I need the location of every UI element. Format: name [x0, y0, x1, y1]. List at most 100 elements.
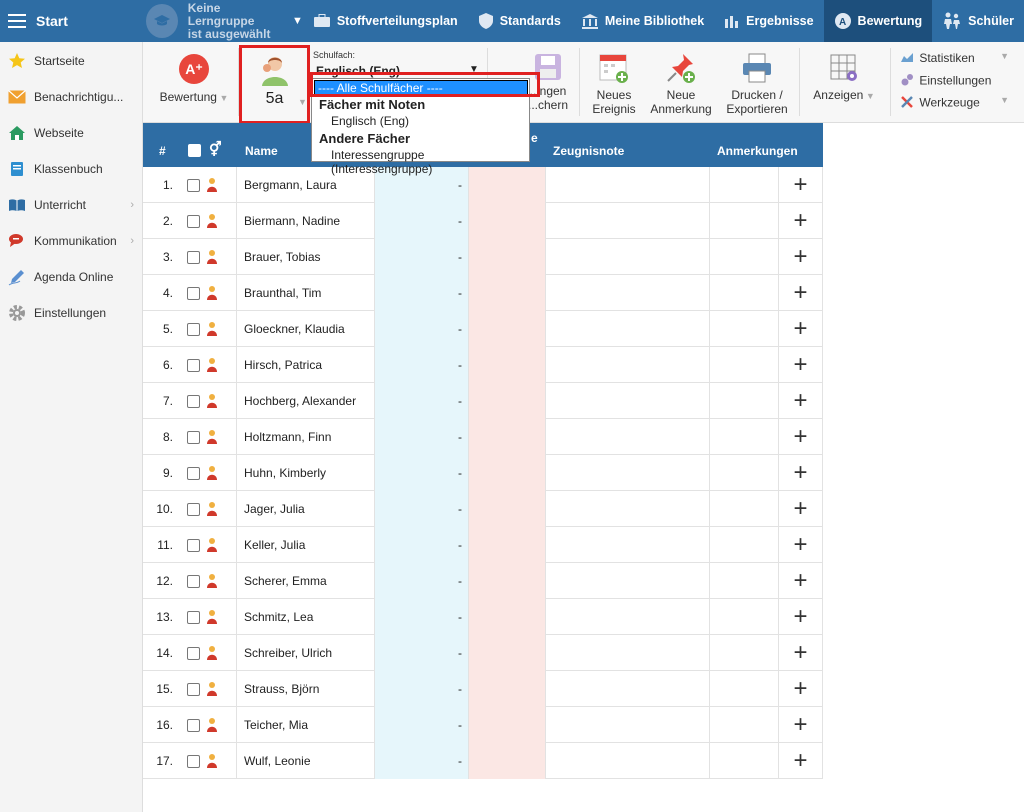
bewertung-button[interactable]: A⁺ Bewertung ▼: [159, 54, 229, 105]
add-annotation-icon[interactable]: +: [779, 527, 822, 563]
student-name[interactable]: Schmitz, Lea: [244, 599, 374, 635]
grade-cell[interactable]: -: [375, 311, 468, 347]
row-checkbox[interactable]: [187, 682, 200, 696]
add-annotation-icon[interactable]: +: [779, 167, 822, 203]
student-name[interactable]: Schreiber, Ulrich: [244, 635, 374, 671]
row-checkbox[interactable]: [187, 646, 200, 660]
partial-grade-cell[interactable]: [469, 527, 545, 563]
add-annotation-icon[interactable]: +: [779, 311, 822, 347]
nav-bewertung[interactable]: A Bewertung: [823, 0, 933, 42]
add-annotation-icon[interactable]: +: [779, 347, 822, 383]
sidebar-item-startseite[interactable]: Startseite: [0, 43, 142, 79]
row-checkbox[interactable]: [187, 178, 200, 192]
partial-grade-cell[interactable]: [469, 239, 545, 275]
partial-grade-cell[interactable]: [469, 419, 545, 455]
add-annotation-icon[interactable]: +: [779, 275, 822, 311]
student-name[interactable]: Jager, Julia: [244, 491, 374, 527]
partial-grade-cell[interactable]: [469, 635, 545, 671]
grade-cell[interactable]: -: [375, 707, 468, 743]
partial-grade-cell[interactable]: [469, 311, 545, 347]
row-checkbox[interactable]: [187, 574, 200, 588]
sidebar-item-agenda-online[interactable]: Agenda Online: [0, 259, 142, 295]
add-annotation-icon[interactable]: +: [779, 671, 822, 707]
sidebar-item-webseite[interactable]: Webseite: [0, 115, 142, 151]
grade-cell[interactable]: -: [375, 203, 468, 239]
row-checkbox[interactable]: [187, 502, 200, 516]
nav-stoffverteilungsplan[interactable]: Stoffverteilungsplan: [303, 0, 468, 42]
partial-grade-cell[interactable]: [469, 275, 545, 311]
row-checkbox[interactable]: [187, 286, 200, 300]
nav-schueler[interactable]: Schüler: [932, 0, 1024, 42]
student-name[interactable]: Wulf, Leonie: [244, 743, 374, 779]
partial-grade-cell[interactable]: [469, 707, 545, 743]
student-name[interactable]: Scherer, Emma: [244, 563, 374, 599]
grade-cell[interactable]: -: [375, 275, 468, 311]
partial-grade-cell[interactable]: [469, 743, 545, 779]
student-name[interactable]: Keller, Julia: [244, 527, 374, 563]
start-menu-button[interactable]: Start: [0, 0, 132, 42]
add-annotation-icon[interactable]: +: [779, 707, 822, 743]
student-name[interactable]: Brauer, Tobias: [244, 239, 374, 275]
row-checkbox[interactable]: [187, 466, 200, 480]
dropdown-option-interessengruppe[interactable]: Interessengruppe (Interessengruppe): [331, 148, 529, 176]
dropdown-option-englisch[interactable]: Englisch (Eng): [331, 114, 409, 128]
row-checkbox[interactable]: [187, 250, 200, 264]
grade-cell[interactable]: -: [375, 635, 468, 671]
grade-cell[interactable]: -: [375, 491, 468, 527]
partial-grade-cell[interactable]: [469, 599, 545, 635]
sidebar-item-klassenbuch[interactable]: Klassenbuch: [0, 151, 142, 187]
row-checkbox[interactable]: [187, 214, 200, 228]
row-checkbox[interactable]: [187, 358, 200, 372]
nav-meine-bibliothek[interactable]: Meine Bibliothek: [571, 0, 714, 42]
anzeigen-button[interactable]: Anzeigen ▼: [808, 52, 880, 103]
add-annotation-icon[interactable]: +: [779, 419, 822, 455]
student-name[interactable]: Teicher, Mia: [244, 707, 374, 743]
add-annotation-icon[interactable]: +: [779, 635, 822, 671]
add-annotation-icon[interactable]: +: [779, 599, 822, 635]
row-checkbox[interactable]: [187, 430, 200, 444]
row-checkbox[interactable]: [187, 754, 200, 768]
grade-cell[interactable]: -: [375, 671, 468, 707]
werkzeuge-menu[interactable]: Werkzeuge ▼: [900, 95, 1015, 112]
row-checkbox[interactable]: [187, 718, 200, 732]
nav-ergebnisse[interactable]: Ergebnisse: [714, 0, 823, 42]
grade-cell[interactable]: -: [375, 383, 468, 419]
add-annotation-icon[interactable]: +: [779, 563, 822, 599]
row-checkbox[interactable]: [187, 538, 200, 552]
add-annotation-icon[interactable]: +: [779, 491, 822, 527]
student-name[interactable]: Braunthal, Tim: [244, 275, 374, 311]
sidebar-item-benachrichtigungen[interactable]: Benachrichtigu...: [0, 79, 142, 115]
student-name[interactable]: Strauss, Björn: [244, 671, 374, 707]
neue-anmerkung-button[interactable]: Neue Anmerkung: [650, 52, 712, 116]
add-annotation-icon[interactable]: +: [779, 239, 822, 275]
student-name[interactable]: Holtzmann, Finn: [244, 419, 374, 455]
grade-cell[interactable]: -: [375, 239, 468, 275]
drucken-exportieren-button[interactable]: Drucken / Exportieren: [723, 52, 791, 116]
einstellungen-menu[interactable]: Einstellungen: [900, 73, 1015, 90]
student-name[interactable]: Huhn, Kimberly: [244, 455, 374, 491]
select-all-checkbox[interactable]: [188, 144, 201, 157]
grade-cell[interactable]: -: [375, 599, 468, 635]
partial-grade-cell[interactable]: [469, 563, 545, 599]
sidebar-item-kommunikation[interactable]: Kommunikation ›: [0, 223, 142, 259]
neues-ereignis-button[interactable]: Neues Ereignis: [584, 52, 644, 116]
add-annotation-icon[interactable]: +: [779, 383, 822, 419]
row-checkbox[interactable]: [187, 322, 200, 336]
grade-cell[interactable]: -: [375, 347, 468, 383]
partial-grade-cell[interactable]: [469, 383, 545, 419]
grade-cell[interactable]: -: [375, 563, 468, 599]
student-name[interactable]: Biermann, Nadine: [244, 203, 374, 239]
add-annotation-icon[interactable]: +: [779, 203, 822, 239]
partial-grade-cell[interactable]: [469, 203, 545, 239]
sidebar-item-einstellungen[interactable]: Einstellungen: [0, 295, 142, 331]
grade-cell[interactable]: -: [375, 455, 468, 491]
grade-cell[interactable]: -: [375, 743, 468, 779]
student-name[interactable]: Hirsch, Patrica: [244, 347, 374, 383]
partial-grade-cell[interactable]: [469, 491, 545, 527]
student-name[interactable]: Gloeckner, Klaudia: [244, 311, 374, 347]
grade-cell[interactable]: -: [375, 527, 468, 563]
partial-grade-cell[interactable]: [469, 347, 545, 383]
row-checkbox[interactable]: [187, 394, 200, 408]
add-annotation-icon[interactable]: +: [779, 455, 822, 491]
nav-standards[interactable]: Standards: [468, 0, 571, 42]
